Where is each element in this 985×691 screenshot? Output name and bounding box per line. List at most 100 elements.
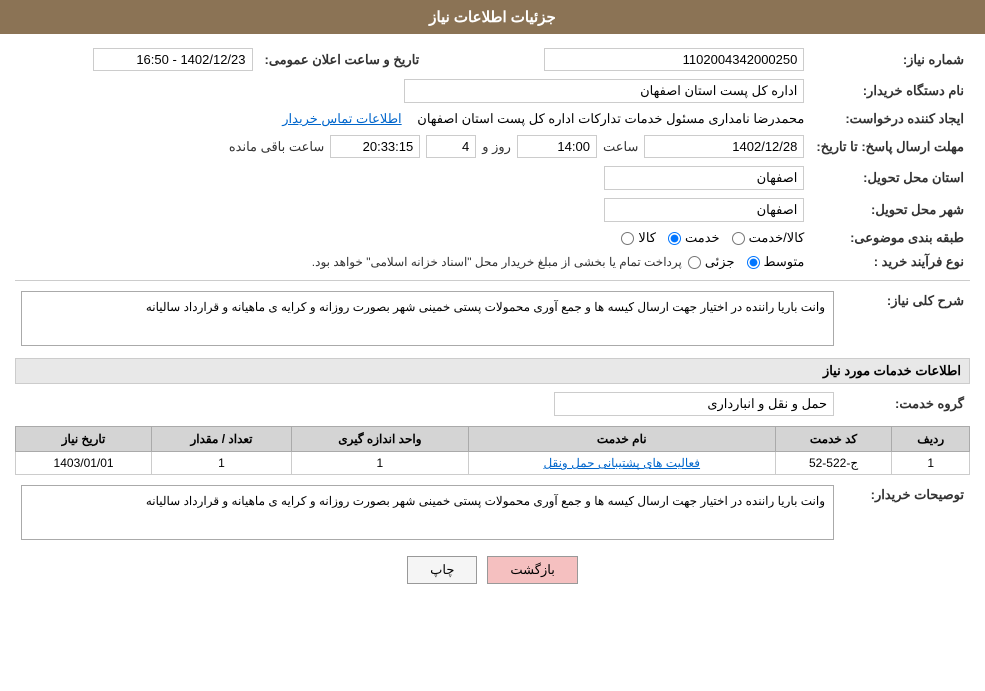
- deadline-date: 1402/12/28: [644, 135, 804, 158]
- services-table-header-row: ردیف کد خدمت نام خدمت واحد اندازه گیری ت…: [16, 427, 970, 452]
- purchase-type-label-motavasset: متوسط: [764, 254, 805, 270]
- category-value-cell: کالا/خدمت خدمت کالا: [15, 226, 810, 250]
- buyer-org-label: نام دستگاه خریدار:: [810, 75, 970, 107]
- row-need-number: شماره نیاز: 1102004342000250 تاریخ و ساع…: [15, 44, 970, 75]
- buyer-desc-box: وانت باریا راننده در اختیار جهت ارسال کی…: [21, 485, 834, 540]
- page-title: جزئیات اطلاعات نیاز: [429, 9, 556, 26]
- contact-link[interactable]: اطلاعات تماس خریدار: [282, 111, 401, 126]
- deadline-days-label: روز و: [482, 139, 511, 155]
- category-label-kala: کالا: [638, 230, 656, 246]
- row-creator: ایجاد کننده درخواست: محمدرضا نامداری مسئ…: [15, 107, 970, 131]
- cell-unit: 1: [291, 452, 468, 475]
- purchase-type-row: متوسط جزئی پرداخت تمام یا بخشی از مبلغ خ…: [21, 254, 804, 270]
- deadline-days: 4: [426, 135, 476, 158]
- buyer-desc-value-cell: وانت باریا راننده در اختیار جهت ارسال کی…: [15, 481, 840, 544]
- purchase-type-note: پرداخت تمام یا بخشی از مبلغ خریدار محل "…: [312, 255, 682, 269]
- need-number-label: شماره نیاز:: [810, 44, 970, 75]
- divider-1: [15, 280, 970, 281]
- city-delivery-value: اصفهان: [604, 198, 804, 222]
- general-desc-label: شرح کلی نیاز:: [840, 287, 970, 350]
- category-radio-kala-khedmat[interactable]: [732, 232, 745, 245]
- content-area: شماره نیاز: 1102004342000250 تاریخ و ساع…: [0, 34, 985, 606]
- need-number-value-cell: 1102004342000250: [425, 44, 810, 75]
- deadline-value-cell: 1402/12/28 ساعت 14:00 روز و 4 20:33:15 س…: [15, 131, 810, 162]
- deadline-time-label: ساعت: [603, 139, 638, 155]
- info-table: شماره نیاز: 1102004342000250 تاریخ و ساع…: [15, 44, 970, 274]
- purchase-type-radio-jozi[interactable]: [688, 256, 701, 269]
- general-desc-value: وانت باریا راننده در اختیار جهت ارسال کی…: [146, 300, 825, 314]
- row-category: طبقه بندی موضوعی: کالا/خدمت خدمت کالا: [15, 226, 970, 250]
- purchase-type-radio-motavasset[interactable]: [747, 256, 760, 269]
- buyer-desc-label: توصیحات خریدار:: [840, 481, 970, 544]
- col-header-name: نام خدمت: [468, 427, 775, 452]
- buyer-desc-value: وانت باریا راننده در اختیار جهت ارسال کی…: [146, 494, 825, 508]
- deadline-remaining-label: ساعت باقی مانده: [229, 139, 324, 155]
- cell-quantity: 1: [152, 452, 292, 475]
- purchase-type-radio-group: متوسط جزئی: [688, 254, 805, 270]
- creator-value: محمدرضا نامداری مسئول خدمات تداركات ادار…: [417, 111, 804, 126]
- row-province: استان محل تحویل: اصفهان: [15, 162, 970, 194]
- deadline-label: مهلت ارسال پاسخ: تا تاریخ:: [810, 131, 970, 162]
- cell-date: 1403/01/01: [16, 452, 152, 475]
- service-group-label: گروه خدمت:: [840, 388, 970, 420]
- need-number-value: 1102004342000250: [544, 48, 804, 71]
- col-header-date: تاریخ نیاز: [16, 427, 152, 452]
- service-group-value-cell: حمل و نقل و انبارداری: [15, 388, 840, 420]
- buyer-org-value-cell: اداره کل پست استان اصفهان: [15, 75, 810, 107]
- province-delivery-label: استان محل تحویل:: [810, 162, 970, 194]
- category-radio-khedmat[interactable]: [668, 232, 681, 245]
- announce-date-label: تاریخ و ساعت اعلان عمومی:: [265, 52, 420, 67]
- creator-value-cell: محمدرضا نامداری مسئول خدمات تداركات ادار…: [15, 107, 810, 131]
- deadline-remaining: 20:33:15: [330, 135, 420, 158]
- row-service-group: گروه خدمت: حمل و نقل و انبارداری: [15, 388, 970, 420]
- services-table-head: ردیف کد خدمت نام خدمت واحد اندازه گیری ت…: [16, 427, 970, 452]
- category-radio-kala[interactable]: [621, 232, 634, 245]
- services-table-body: 1 ج-522-52 فعالیت های پشتیبانی حمل ونقل …: [16, 452, 970, 475]
- purchase-type-label: نوع فرآیند خرید :: [810, 250, 970, 274]
- announce-date-value: 1402/12/23 - 16:50: [93, 48, 253, 71]
- col-header-unit: واحد اندازه گیری: [291, 427, 468, 452]
- category-option-kala-khedmat[interactable]: کالا/خدمت: [732, 230, 805, 246]
- services-table: ردیف کد خدمت نام خدمت واحد اندازه گیری ت…: [15, 426, 970, 475]
- buyer-desc-table: توصیحات خریدار: وانت باریا راننده در اخت…: [15, 481, 970, 544]
- back-button[interactable]: بازگشت: [487, 556, 577, 584]
- general-desc-box: وانت باریا راننده در اختیار جهت ارسال کی…: [21, 291, 834, 346]
- category-label-kala-khedmat: کالا/خدمت: [749, 230, 805, 246]
- category-option-khedmat[interactable]: خدمت: [668, 230, 720, 246]
- row-general-desc: شرح کلی نیاز: وانت باریا راننده در اختیا…: [15, 287, 970, 350]
- purchase-type-option-motavasset[interactable]: متوسط: [747, 254, 805, 270]
- purchase-type-value-cell: متوسط جزئی پرداخت تمام یا بخشی از مبلغ خ…: [15, 250, 810, 274]
- row-buyer-desc: توصیحات خریدار: وانت باریا راننده در اخت…: [15, 481, 970, 544]
- city-delivery-value-cell: اصفهان: [15, 194, 810, 226]
- category-radio-group: کالا/خدمت خدمت کالا: [621, 230, 804, 246]
- city-delivery-label: شهر محل تحویل:: [810, 194, 970, 226]
- print-button[interactable]: چاپ: [407, 556, 477, 584]
- row-deadline: مهلت ارسال پاسخ: تا تاریخ: 1402/12/28 سا…: [15, 131, 970, 162]
- announce-date-value-cell: 1402/12/23 - 16:50: [15, 44, 259, 75]
- service-group-table: گروه خدمت: حمل و نقل و انبارداری: [15, 388, 970, 420]
- col-header-quantity: تعداد / مقدار: [152, 427, 292, 452]
- cell-name: فعالیت های پشتیبانی حمل ونقل: [468, 452, 775, 475]
- page-header: جزئیات اطلاعات نیاز: [0, 0, 985, 34]
- services-section-header: اطلاعات خدمات مورد نیاز: [15, 358, 970, 384]
- row-buyer-org: نام دستگاه خریدار: اداره کل پست استان اص…: [15, 75, 970, 107]
- purchase-type-label-jozi: جزئی: [705, 254, 735, 270]
- category-option-kala[interactable]: کالا: [621, 230, 656, 246]
- row-city: شهر محل تحویل: اصفهان: [15, 194, 970, 226]
- category-label: طبقه بندی موضوعی:: [810, 226, 970, 250]
- table-row: 1 ج-522-52 فعالیت های پشتیبانی حمل ونقل …: [16, 452, 970, 475]
- deadline-row-flex: 1402/12/28 ساعت 14:00 روز و 4 20:33:15 س…: [21, 135, 804, 158]
- province-delivery-value: اصفهان: [604, 166, 804, 190]
- general-desc-value-cell: وانت باریا راننده در اختیار جهت ارسال کی…: [15, 287, 840, 350]
- cell-row: 1: [892, 452, 970, 475]
- deadline-time: 14:00: [517, 135, 597, 158]
- creator-label: ایجاد کننده درخواست:: [810, 107, 970, 131]
- button-row: بازگشت چاپ: [15, 556, 970, 584]
- row-purchase-type: نوع فرآیند خرید : متوسط جزئی: [15, 250, 970, 274]
- province-delivery-value-cell: اصفهان: [15, 162, 810, 194]
- buyer-org-value: اداره کل پست استان اصفهان: [404, 79, 804, 103]
- page-wrapper: جزئیات اطلاعات نیاز شماره نیاز: 11020043…: [0, 0, 985, 691]
- col-header-row: ردیف: [892, 427, 970, 452]
- category-label-khedmat: خدمت: [685, 230, 720, 246]
- purchase-type-option-jozi[interactable]: جزئی: [688, 254, 735, 270]
